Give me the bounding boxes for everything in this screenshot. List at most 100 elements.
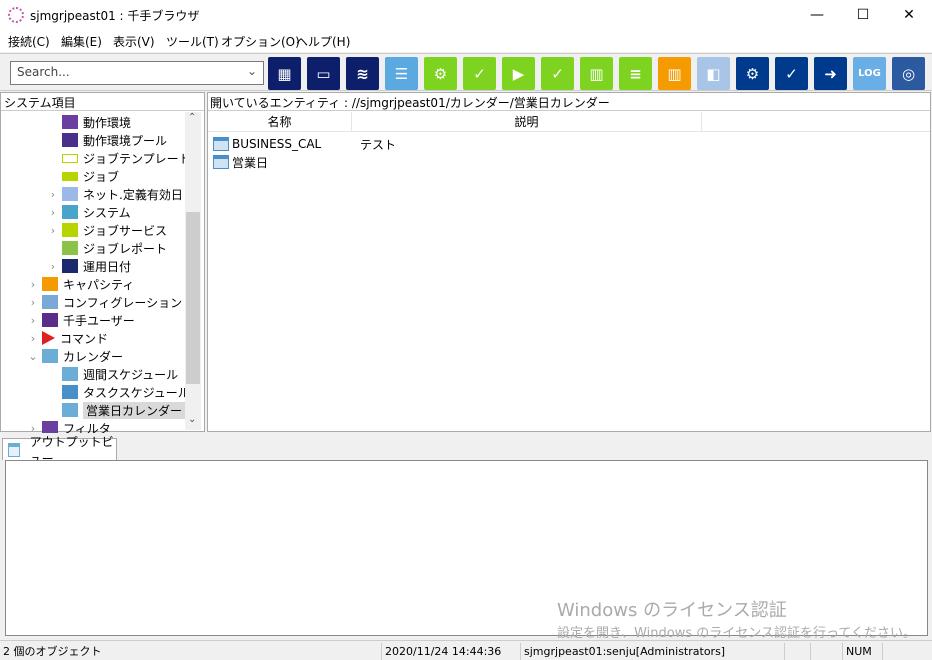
tree-item[interactable]: ジョブテンプレート: [47, 149, 191, 167]
log-icon: LOG: [858, 68, 881, 79]
list-report-icon: ≡: [629, 64, 642, 83]
tree-scrollbar[interactable]: ⌃ ⌄: [185, 112, 201, 430]
status-bar: 2 個のオブジェクト 2020/11/24 14:44:36 sjmgrjpea…: [0, 640, 932, 660]
status-scroll: [810, 643, 842, 660]
minimize-button[interactable]: —: [794, 0, 840, 30]
menu-view[interactable]: 表示(V): [113, 33, 155, 50]
scrollbar-thumb[interactable]: [186, 212, 200, 384]
toolbar-button-monitor-video[interactable]: ▭: [307, 57, 340, 90]
title-bar: sjmgrjpeast01 : 千手ブラウザ — ☐ ✕: [0, 0, 932, 30]
job-service-icon: [62, 223, 78, 237]
list-item[interactable]: 営業日: [213, 153, 360, 171]
menu-edit[interactable]: 編集(E): [61, 33, 102, 50]
menu-help[interactable]: ヘルプ(H): [296, 33, 350, 50]
column-header: 名称 説明: [208, 112, 930, 132]
tree-item[interactable]: ジョブ: [47, 167, 119, 185]
chevron-down-icon[interactable]: ⌄: [247, 64, 257, 78]
menu-tools[interactable]: ツール(T): [166, 33, 219, 50]
chevron-down-icon[interactable]: ⌄: [27, 350, 39, 363]
toolbar-button-monitor-check[interactable]: ✓: [541, 57, 574, 90]
chevron-right-icon[interactable]: ›: [47, 260, 59, 273]
tree-item[interactable]: 週間スケジュール: [47, 365, 178, 383]
monitor-check-icon: ✓: [551, 64, 564, 83]
tree-item[interactable]: › ジョブサービス: [47, 221, 167, 239]
tree-item[interactable]: › システム: [47, 203, 131, 221]
tree-item[interactable]: › キャパシティ: [27, 275, 134, 293]
tree-item[interactable]: 動作環境: [47, 113, 131, 131]
bar-chart-icon: ▥: [589, 64, 604, 83]
column-name[interactable]: 名称: [208, 112, 352, 132]
chevron-right-icon[interactable]: ›: [27, 278, 39, 291]
search-combobox[interactable]: Search... ⌄: [10, 61, 264, 85]
toolbar-button-gear-arrow[interactable]: ⚙: [736, 57, 769, 90]
grid-icon: [62, 133, 78, 147]
toolbar-button-chat[interactable]: ☰: [385, 57, 418, 90]
tree-item[interactable]: › ネット.定義有効日: [47, 185, 183, 203]
tree-item[interactable]: 営業日カレンダー: [47, 401, 186, 419]
chevron-right-icon[interactable]: ›: [27, 332, 39, 345]
column-description[interactable]: 説明: [352, 112, 702, 132]
status-ovr: [882, 643, 912, 660]
tree-item[interactable]: ⌄ カレンダー: [27, 347, 123, 365]
scroll-down-icon[interactable]: ⌄: [188, 414, 196, 425]
toolbar-button-list-report[interactable]: ≡: [619, 57, 652, 90]
chevron-right-icon[interactable]: ›: [27, 314, 39, 327]
search-input[interactable]: Search...: [17, 65, 70, 79]
tree-item[interactable]: 動作環境プール: [47, 131, 167, 149]
tree-item[interactable]: › 千手ユーザー: [27, 311, 135, 329]
tree-item-label: 動作環境プール: [83, 133, 168, 148]
activation-watermark-text: 設定を開き、Windows のライセンス認証を行ってください。: [557, 626, 916, 641]
status-num: NUM: [842, 643, 882, 660]
report-icon: [62, 241, 78, 255]
video-job-icon: ▶: [512, 64, 525, 83]
tree-pane: システム項目 動作環境動作環境プール ジョブテンプレート ジョブ › ネット.定義有効日…: [0, 92, 205, 436]
toolbar-button-orange-chart[interactable]: ▥: [658, 57, 691, 90]
tree-icon: [62, 115, 78, 129]
toolbar-button-gear-job[interactable]: ⚙: [424, 57, 457, 90]
menu-options[interactable]: オプション(O): [221, 33, 300, 50]
monitor-video-icon: ▭: [316, 64, 331, 83]
toolbar-button-log[interactable]: LOG: [853, 57, 886, 90]
toolbar-button-video-arrow[interactable]: ➜: [814, 57, 847, 90]
tree-item[interactable]: › 運用日付: [47, 257, 131, 275]
tree-item-label: カレンダー: [63, 349, 124, 364]
toolbar-button-check-job[interactable]: ✓: [463, 57, 496, 90]
toolbar-button-check-arrow[interactable]: ✓: [775, 57, 808, 90]
tab-output-view[interactable]: アウトプットビュー: [2, 435, 117, 466]
chat-icon: ☰: [394, 64, 409, 83]
tree-item[interactable]: ジョブレポート: [47, 239, 167, 257]
entity-list-pane: 開いているエンティティ : //sjmgrjpeast01/カレンダー/営業日カ…: [207, 92, 931, 432]
toolbar-button-video-job[interactable]: ▶: [502, 57, 535, 90]
menu-connect[interactable]: 接続(C): [8, 33, 50, 50]
list-item[interactable]: BUSINESS_CAL テスト: [213, 135, 396, 153]
toolbar-button-monitor-stack[interactable]: ≋: [346, 57, 379, 90]
tree-item-label: 営業日カレンダー: [83, 401, 186, 419]
tree-header: システム項目: [1, 93, 204, 111]
puzzle-icon: ◧: [706, 64, 721, 83]
window-title: sjmgrjpeast01 : 千手ブラウザ: [30, 9, 200, 23]
maximize-button[interactable]: ☐: [840, 0, 886, 30]
toolbar-button-bar-chart[interactable]: ▥: [580, 57, 613, 90]
chevron-right-icon[interactable]: ›: [47, 224, 59, 237]
app-icon: [8, 7, 24, 23]
orange-chart-icon: ▥: [667, 64, 682, 83]
toolbar-button-multi-monitor[interactable]: ▦: [268, 57, 301, 90]
tree-item[interactable]: タスクスケジュール: [47, 383, 190, 401]
chevron-right-icon[interactable]: ›: [47, 188, 59, 201]
tag-outline-icon: [62, 153, 78, 163]
scroll-up-icon[interactable]: ⌃: [188, 112, 196, 123]
toolbar-button-puzzle[interactable]: ◧: [697, 57, 730, 90]
chevron-right-icon[interactable]: ›: [47, 206, 59, 219]
gear-job-icon: ⚙: [433, 64, 448, 83]
output-body[interactable]: [5, 460, 928, 636]
task-schedule-icon: [62, 385, 78, 399]
close-button[interactable]: ✕: [886, 0, 932, 30]
video-arrow-icon: ➜: [824, 64, 837, 83]
tree-item[interactable]: › コンフィグレーション: [27, 293, 182, 311]
tree-item[interactable]: › コマンド: [27, 329, 108, 347]
tree-item-label: 週間スケジュール: [83, 367, 179, 382]
toolbar-button-radar[interactable]: ◎: [892, 57, 925, 90]
chevron-right-icon[interactable]: ›: [27, 296, 39, 309]
toolbar: Search... ⌄ ▦ ▭ ≋ ☰ ⚙ ✓ ▶ ✓ ▥ ≡ ▥ ◧ ⚙ ✓ ➜ LOG ◎: [0, 53, 932, 91]
tree-item-label: タスクスケジュール: [83, 385, 190, 400]
